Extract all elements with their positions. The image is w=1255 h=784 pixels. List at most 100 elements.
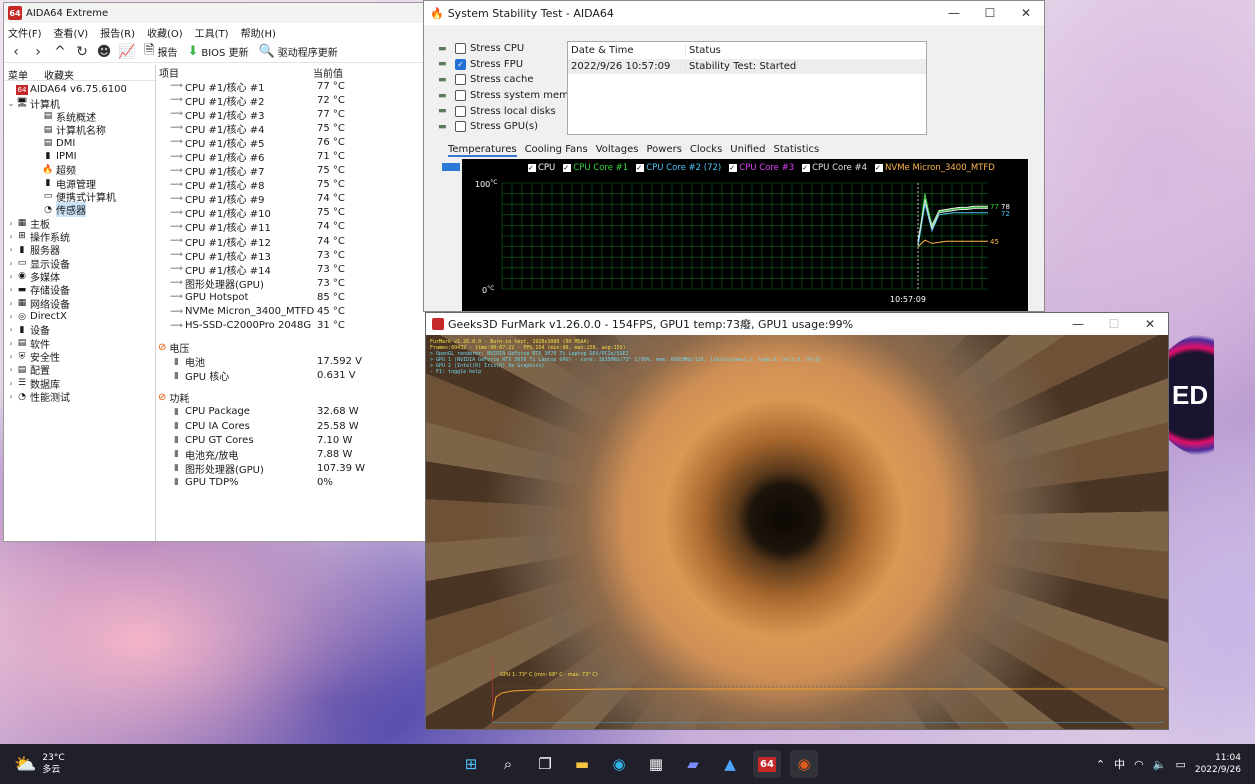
sensor-row[interactable]: ▮ GPU 核心 0.631 V: [156, 369, 430, 383]
sensor-row[interactable]: ⟿ CPU #1/核心 #12 74 °C: [156, 234, 430, 249]
graph-tab[interactable]: Unified: [730, 144, 765, 157]
sensor-row[interactable]: ⟿ CPU #1/核心 #5 76 °C: [156, 135, 430, 150]
close-button[interactable]: ✕: [1008, 6, 1044, 20]
tree-item[interactable]: ▤ 计算机名称: [4, 123, 155, 138]
chevron-down-icon[interactable]: ⌄: [6, 99, 16, 108]
maximize-button[interactable]: ☐: [972, 6, 1008, 20]
tree-item[interactable]: ▭ 便携式计算机: [4, 190, 155, 204]
tab-menu[interactable]: 菜单: [8, 67, 28, 82]
furmark-close-button[interactable]: ✕: [1132, 317, 1168, 331]
sensor-row[interactable]: ⟿ CPU #1/核心 #10 75 °C: [156, 206, 430, 220]
chevron-right-icon[interactable]: ›: [6, 232, 16, 241]
graph-scroll-indicator[interactable]: [442, 163, 460, 171]
sensor-row[interactable]: ⟿ CPU #1/核心 #9 74 °C: [156, 192, 430, 206]
sensor-row[interactable]: ⟿ CPU #1/核心 #11 74 °C: [156, 220, 430, 234]
store-button[interactable]: ▦: [642, 750, 670, 778]
furmark-titlebar[interactable]: Geeks3D FurMark v1.26.0.0 - 154FPS, GPU1…: [426, 313, 1168, 335]
sensor-row[interactable]: ⟿ CPU #1/核心 #14 73 °C: [156, 262, 430, 277]
graph-tab[interactable]: Clocks: [690, 144, 722, 157]
sensor-row[interactable]: ▮ 电池充/放电 7.88 W: [156, 447, 430, 462]
graph-tab[interactable]: Statistics: [774, 144, 820, 157]
tree-item[interactable]: › ▮ 设备: [4, 323, 155, 338]
chevron-right-icon[interactable]: ›: [6, 285, 16, 294]
driver-update-button[interactable]: 🔍 驱动程序更新: [259, 44, 338, 59]
battery-icon[interactable]: ▭: [1175, 758, 1185, 771]
menu-report[interactable]: 报告(R): [100, 25, 135, 40]
chart-icon[interactable]: 📈: [118, 44, 135, 60]
tree-item[interactable]: 🔥 超频: [4, 163, 155, 178]
clock[interactable]: 11:04 2022/9/26: [1195, 752, 1241, 776]
checkbox[interactable]: [455, 74, 466, 86]
refresh-icon[interactable]: ↻: [74, 44, 90, 60]
tree-item[interactable]: › ▦ 主板: [4, 216, 155, 231]
tree-item[interactable]: ▮ IPMI: [4, 150, 155, 163]
menu-help[interactable]: 帮助(H): [241, 25, 276, 40]
sensor-row[interactable]: ⟿ CPU #1/核心 #13 73 °C: [156, 248, 430, 263]
back-icon[interactable]: ‹: [8, 44, 24, 60]
sensor-row[interactable]: ▮ CPU IA Cores 25.58 W: [156, 419, 430, 433]
tree-item[interactable]: ◔ 传感器: [4, 202, 155, 218]
chevron-right-icon[interactable]: ›: [6, 352, 16, 361]
menu-favorites[interactable]: 收藏(O): [147, 25, 183, 40]
chevron-right-icon[interactable]: ›: [6, 339, 16, 348]
tree-item[interactable]: › ▮ 服务器: [4, 243, 155, 258]
wifi-icon[interactable]: ◠: [1134, 758, 1144, 771]
tree-item[interactable]: › ▭ 显示设备: [4, 256, 155, 271]
column-status[interactable]: Status: [686, 45, 721, 56]
sensor-row[interactable]: ⟿ NVMe Micron_3400_MTFD 45 °C: [156, 305, 430, 319]
ime-indicator[interactable]: 中: [1114, 756, 1125, 772]
graph-tab[interactable]: Powers: [646, 144, 681, 157]
forward-icon[interactable]: ›: [30, 44, 46, 60]
checkbox[interactable]: ✓: [455, 58, 466, 70]
stress-option[interactable]: ▬ Stress CPU: [438, 41, 585, 57]
chevron-right-icon[interactable]: ›: [6, 259, 16, 268]
chevron-right-icon[interactable]: ›: [6, 379, 16, 388]
sensor-row[interactable]: ▮ CPU GT Cores 7.10 W: [156, 433, 430, 447]
sensor-row[interactable]: ▮ GPU TDP% 0%: [156, 475, 430, 489]
graph-tab[interactable]: Temperatures: [448, 144, 517, 157]
bios-update-button[interactable]: ⬇ BIOS 更新: [187, 44, 248, 59]
file-explorer-button[interactable]: ▬: [568, 750, 596, 778]
sensor-row[interactable]: ⟿ HS-SSD-C2000Pro 2048G 31 °C: [156, 319, 430, 333]
tree-item[interactable]: › ▤ 软件: [4, 337, 155, 351]
menu-tools[interactable]: 工具(T): [195, 25, 229, 40]
task-view-button[interactable]: ❐: [531, 750, 559, 778]
search-button[interactable]: ⌕: [494, 750, 522, 778]
sensor-row[interactable]: ⟿ CPU #1/核心 #6 71 °C: [156, 149, 430, 164]
stress-option[interactable]: ▬ Stress local disks: [438, 103, 585, 119]
chevron-right-icon[interactable]: ›: [6, 299, 16, 308]
furmark-taskbar-button[interactable]: ◉: [790, 750, 818, 778]
report-button[interactable]: 🗎 报告: [144, 41, 177, 63]
menu-file[interactable]: 文件(F): [8, 25, 42, 40]
app-button-2[interactable]: ▲: [716, 750, 744, 778]
sensor-row[interactable]: ▮ CPU Package 32.68 W: [156, 405, 430, 419]
column-item[interactable]: 项目: [156, 65, 313, 80]
tree-item[interactable]: ▤ 系统概述: [4, 110, 155, 124]
chevron-up-icon[interactable]: ⌃: [1096, 758, 1105, 771]
tree-item[interactable]: › ☰ 数据库: [4, 377, 155, 391]
tree-item[interactable]: › ◔ 性能测试: [4, 390, 155, 405]
sensor-row[interactable]: ▮ 图形处理器(GPU) 107.39 W: [156, 461, 430, 476]
aida64-taskbar-button[interactable]: 64: [753, 750, 781, 778]
app-button-1[interactable]: ▰: [679, 750, 707, 778]
tree-item[interactable]: ▮ 电源管理: [4, 176, 155, 191]
chevron-right-icon[interactable]: ›: [6, 365, 16, 374]
tree-item[interactable]: › ▬ 存储设备: [4, 283, 155, 298]
tree-item[interactable]: › ◎ DirectX: [4, 310, 155, 323]
column-value[interactable]: 当前值: [313, 65, 343, 80]
volume-icon[interactable]: 🔈: [1153, 758, 1167, 771]
checkbox[interactable]: [455, 105, 466, 117]
menu-view[interactable]: 查看(V): [54, 25, 89, 40]
chevron-right-icon[interactable]: ›: [6, 219, 16, 228]
minimize-button[interactable]: —: [936, 6, 972, 20]
stress-option[interactable]: ▬ Stress cache: [438, 72, 585, 88]
start-button[interactable]: ⊞: [457, 750, 485, 778]
sensor-row[interactable]: ⟿ CPU #1/核心 #1 77 °C: [156, 79, 430, 94]
stability-test-titlebar[interactable]: 🔥 System Stability Test - AIDA64 — ☐ ✕: [424, 1, 1044, 25]
stress-option[interactable]: ▬ Stress GPU(s): [438, 119, 585, 135]
graph-tab[interactable]: Voltages: [596, 144, 639, 157]
graph-tab[interactable]: Cooling Fans: [525, 144, 588, 157]
tree-item[interactable]: 64 AIDA64 v6.75.6100: [4, 83, 155, 96]
chevron-right-icon[interactable]: ›: [6, 272, 16, 281]
chevron-right-icon[interactable]: ›: [6, 325, 16, 334]
